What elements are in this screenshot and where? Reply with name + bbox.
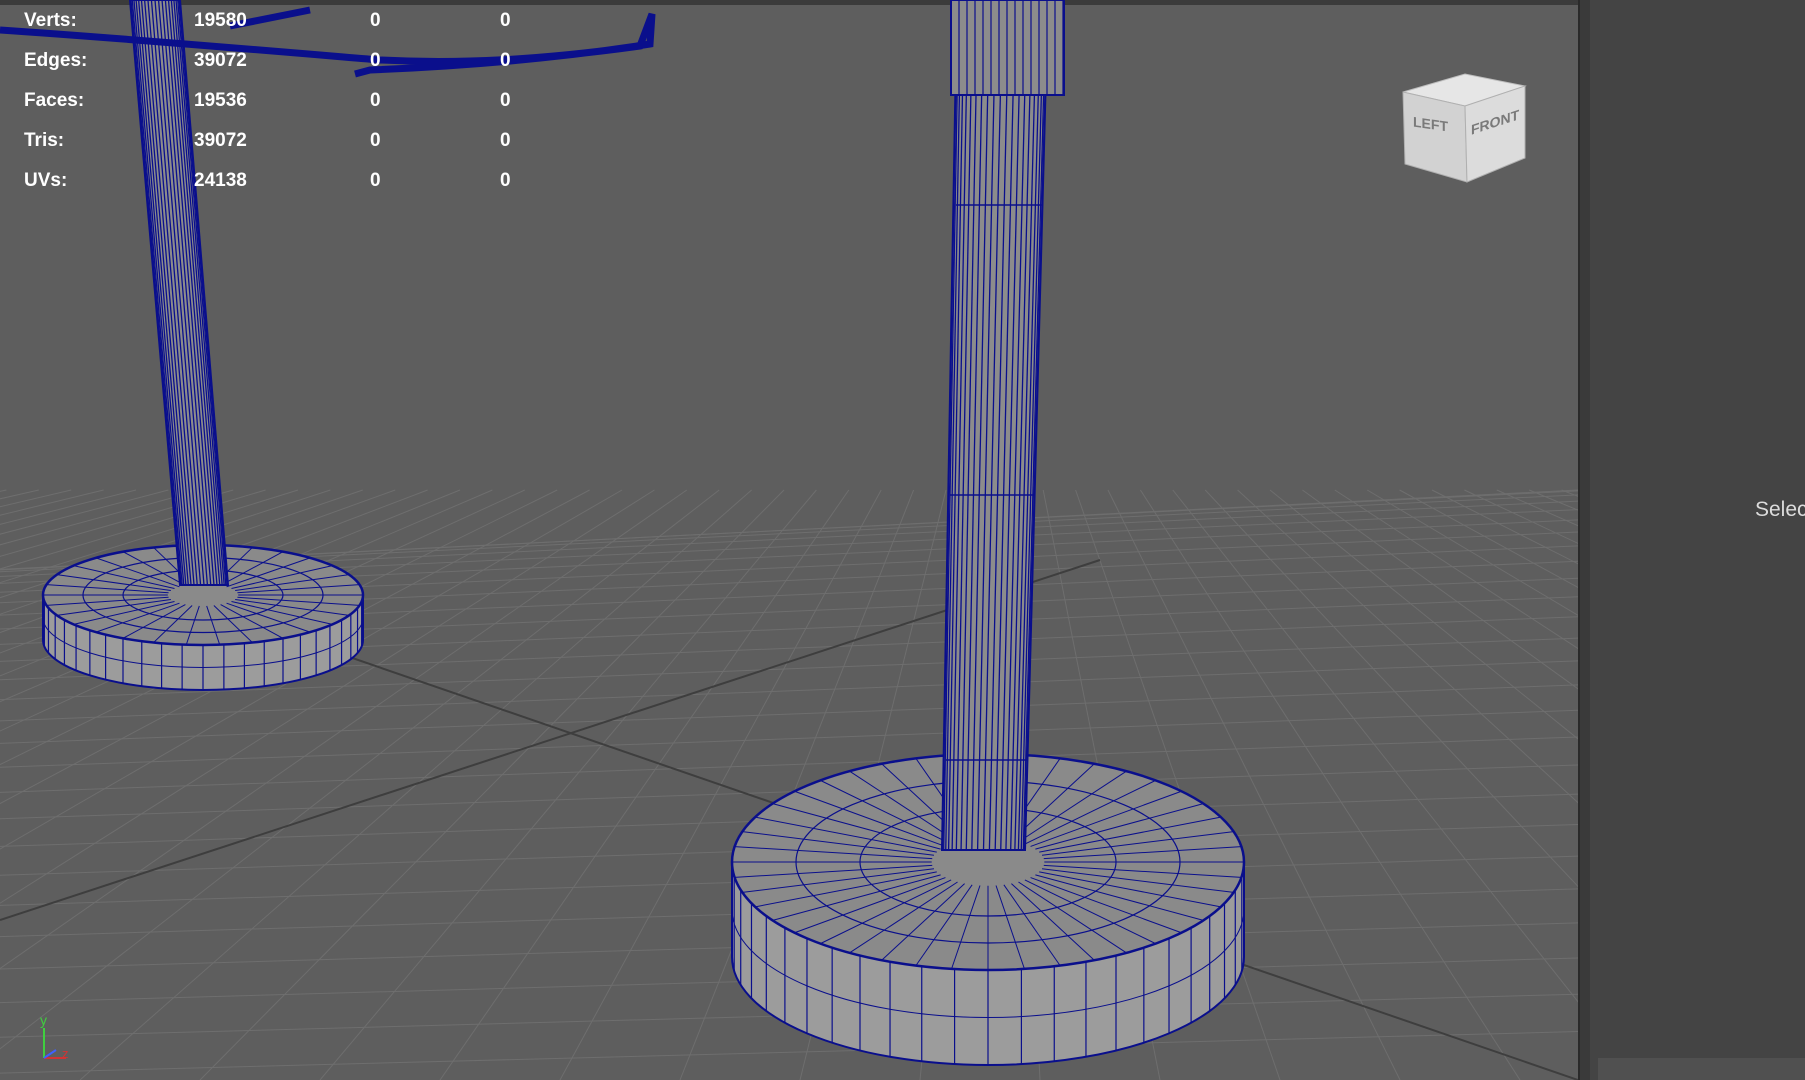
view-cube[interactable]: LEFT FRONT bbox=[1395, 68, 1535, 188]
axis-gizmo: y z bbox=[30, 1010, 80, 1070]
hud-value-object: 39072 bbox=[194, 130, 247, 151]
hud-value-object: 24138 bbox=[194, 170, 247, 191]
hud-label: Edges: bbox=[24, 50, 88, 71]
side-panel-bottom-strip bbox=[1598, 1058, 1805, 1080]
3d-viewport[interactable]: Verts: 19580 0 0 Edges: 39072 0 0 Faces: 19536 0 0 T… bbox=[0, 0, 1578, 1080]
scene-canvas[interactable] bbox=[0, 0, 1578, 1080]
hud-value-selected: 0 bbox=[370, 170, 381, 191]
hud-value-object: 19536 bbox=[194, 90, 247, 111]
hud-value-component: 0 bbox=[500, 10, 511, 31]
hud-value-object: 19580 bbox=[194, 10, 247, 31]
hud-value-object: 39072 bbox=[194, 50, 247, 71]
hud-value-component: 0 bbox=[500, 170, 511, 191]
hud-label: Tris: bbox=[24, 130, 65, 151]
axis-z-label: z bbox=[62, 1046, 69, 1061]
axis-y-label: y bbox=[40, 1012, 47, 1028]
hud-label: UVs: bbox=[24, 170, 68, 191]
hud-value-selected: 0 bbox=[370, 90, 381, 111]
axis-arrows-icon bbox=[43, 1028, 66, 1059]
hud-value-component: 0 bbox=[500, 50, 511, 71]
side-panel: Selec bbox=[1590, 0, 1805, 1080]
hud-value-selected: 0 bbox=[370, 130, 381, 151]
hud-value-selected: 0 bbox=[370, 50, 381, 71]
hud-value-selected: 0 bbox=[370, 10, 381, 31]
hud-label: Verts: bbox=[24, 10, 77, 31]
left-stand-model[interactable] bbox=[0, 0, 656, 691]
hud-value-component: 0 bbox=[500, 90, 511, 111]
hud-label: Faces: bbox=[24, 90, 85, 111]
hud-value-component: 0 bbox=[500, 130, 511, 151]
side-panel-select-text: Selec bbox=[1755, 498, 1805, 521]
